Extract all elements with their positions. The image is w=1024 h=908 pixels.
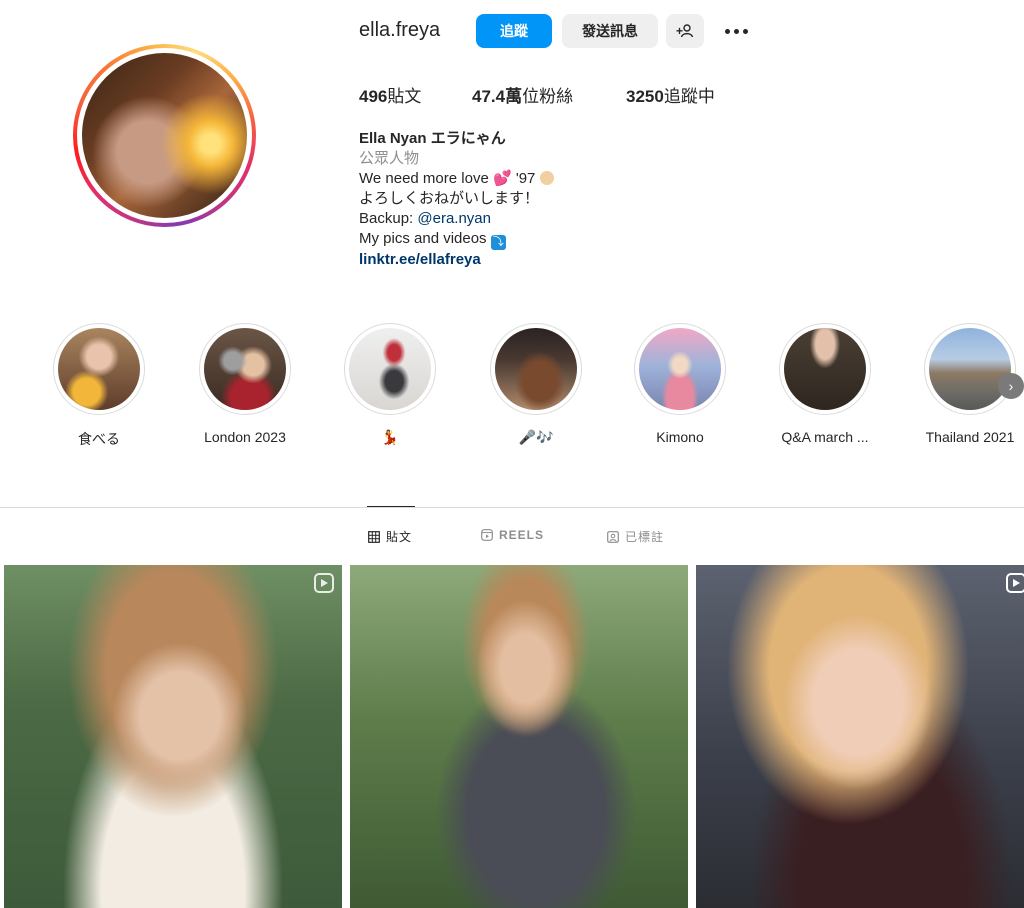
tab-tagged-label: 已標註 [625,530,665,544]
chevron-right-icon: › [1008,378,1014,394]
avatar-frame [77,48,252,223]
avatar[interactable] [82,53,247,218]
tab-reels-label: REELS [499,528,545,542]
highlight-ring [924,323,1016,415]
highlight-label: London 2023 [204,429,286,445]
post-tile[interactable] [350,565,688,908]
baby-emoji-icon [539,171,554,185]
message-button[interactable]: 發送訊息 [562,14,658,48]
heart-emoji-icon: 💕 [492,170,512,187]
highlight-cover-image [784,328,866,410]
followers-label: 位粉絲 [522,87,574,106]
highlight-cover-image [58,328,140,410]
following-label: 追蹤中 [663,87,715,106]
reels-icon [481,529,493,541]
suggest-accounts-button[interactable]: + [666,14,704,48]
profile-avatar-story-ring[interactable] [73,44,256,227]
follow-button[interactable]: 追蹤 [476,14,552,48]
username: ella.freya [359,19,441,41]
highlight-item[interactable]: Kimono [634,323,726,445]
active-tab-indicator [367,506,415,507]
highlights-next-button[interactable]: › [998,373,1024,399]
highlight-label: Kimono [656,429,704,445]
bio-line-4-text: My pics and videos [359,230,491,247]
bio-line-2: よろしくおねがいします！ [359,190,540,207]
followers-number: 47.4萬 [472,87,523,106]
highlight-ring [490,323,582,415]
highlight-cover-image [349,328,431,410]
highlight-item[interactable]: 食べる [53,323,145,447]
bio-external-link[interactable]: linktr.ee/ellafreya [359,250,554,270]
tab-tagged[interactable]: 已標註 [607,528,664,545]
highlight-ring [779,323,871,415]
category-label: 公眾人物 [359,150,420,167]
more-icon [724,28,748,34]
highlight-item[interactable]: London 2023 [199,323,291,445]
arrow-down-emoji-icon: ⤵ [490,235,506,250]
tab-posts-label: 貼文 [386,530,413,544]
highlight-cover-image [204,328,286,410]
highlight-cover-image [495,328,577,410]
posts-count: 496貼文 [359,82,421,107]
highlight-label: Q&A march ... [781,429,869,445]
bio-line-3: Backup: @era.nyan [359,209,554,229]
tab-reels[interactable]: REELS [481,528,544,542]
tabs-divider [0,507,1024,508]
following-link[interactable]: 3250追蹤中 [626,82,715,107]
highlight-label: Thailand 2021 [925,429,1015,445]
more-options-button[interactable] [722,18,750,44]
highlight-ring [53,323,145,415]
reel-badge-icon [314,573,334,593]
post-tile[interactable] [4,565,342,908]
bio-line-1-text: We need more love [359,170,493,187]
followers-link[interactable]: 47.4萬位粉絲 [472,82,573,107]
bio-line-1-year: '97 [511,170,540,187]
add-person-icon: + [676,24,694,38]
post-tile[interactable] [696,565,1024,908]
highlight-label: 食べる [78,431,120,447]
display-name: Ella Nyan エラにゃん [359,130,506,147]
highlight-ring [634,323,726,415]
posts-number: 496 [359,87,388,106]
highlight-item[interactable]: 🎤🎶 [490,323,582,445]
profile-bio: Ella Nyan エラにゃん 公眾人物 We need more love 💕… [359,129,554,270]
highlight-item[interactable]: Thailand 2021 [924,323,1016,445]
backup-account-mention[interactable]: @era.nyan [417,210,491,227]
highlight-item[interactable]: 💃 [344,323,436,445]
highlight-label: 💃 [381,429,399,445]
posts-label: 貼文 [387,87,422,106]
tagged-icon [607,530,619,543]
bio-line-4: My pics and videos ⤵ [359,229,554,250]
highlight-ring [344,323,436,415]
bio-line-3-prefix: Backup: [359,210,418,227]
bio-line-1: We need more love 💕 '97 [359,169,554,189]
grid-icon [368,530,380,543]
highlight-cover-image [639,328,721,410]
reel-badge-icon [1006,573,1024,593]
tab-posts[interactable]: 貼文 [368,528,412,545]
highlight-item[interactable]: Q&A march ... [779,323,871,445]
highlight-label: 🎤🎶 [518,429,554,445]
following-number: 3250 [626,87,664,106]
highlight-ring [199,323,291,415]
highlight-cover-image [929,328,1011,410]
